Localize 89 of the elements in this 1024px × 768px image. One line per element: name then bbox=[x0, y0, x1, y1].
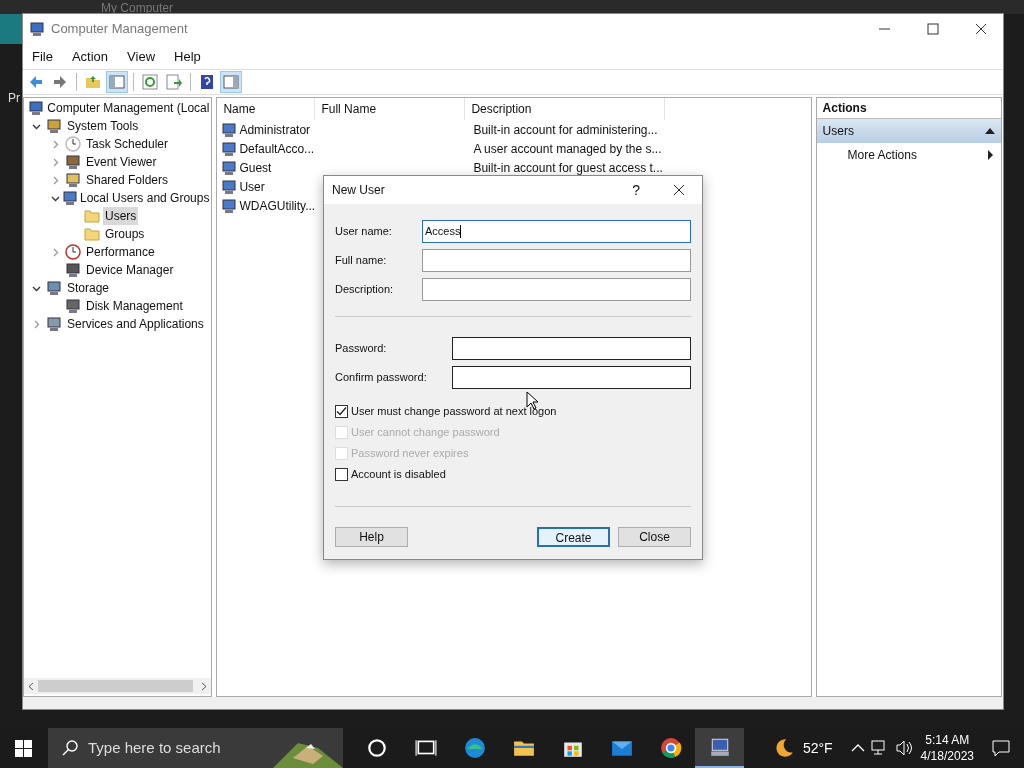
section-header[interactable]: Users bbox=[816, 119, 1001, 143]
gauge-icon bbox=[65, 244, 81, 260]
windows-logo-icon[interactable] bbox=[15, 739, 32, 757]
window-title: Computer Management bbox=[51, 20, 188, 39]
checkbox-label[interactable]: Account is disabled bbox=[351, 465, 446, 483]
table-cell[interactable]: Guest bbox=[239, 158, 272, 177]
task-view-icon bbox=[414, 737, 437, 759]
text-field[interactable] bbox=[422, 278, 691, 301]
caret-up-icon[interactable] bbox=[850, 743, 865, 753]
chrome-icon bbox=[659, 737, 682, 759]
clock-icon bbox=[65, 136, 81, 152]
side-panel bbox=[0, 14, 22, 44]
tree-item[interactable]: Services and Applications bbox=[65, 315, 206, 333]
computer-icon bbox=[29, 21, 45, 37]
column-header[interactable]: Name bbox=[217, 98, 316, 120]
field-label: User name: bbox=[335, 224, 393, 240]
scroll-right-icon[interactable] bbox=[201, 681, 208, 691]
search-icon bbox=[62, 740, 78, 756]
computer-icon bbox=[708, 736, 731, 758]
weather-text[interactable]: 52°F bbox=[802, 737, 833, 759]
tree-item[interactable]: Event Viewer bbox=[84, 153, 159, 171]
forward-arrow-icon bbox=[52, 74, 68, 90]
menu-item[interactable]: Help bbox=[174, 46, 201, 67]
close-icon[interactable] bbox=[673, 184, 685, 196]
scroll-left-icon[interactable] bbox=[28, 681, 34, 691]
browser-wave-icon bbox=[463, 737, 486, 759]
menu-item[interactable]: Action bbox=[71, 46, 109, 67]
speaker-icon[interactable] bbox=[894, 740, 913, 756]
collapse-icon[interactable] bbox=[985, 127, 995, 135]
checkbox-label[interactable]: User must change password at next logon bbox=[351, 402, 557, 420]
tree-item[interactable]: Computer Management (Local bbox=[45, 99, 212, 117]
search-box[interactable]: Type here to search bbox=[48, 728, 343, 768]
maximize-icon[interactable] bbox=[927, 23, 939, 35]
dialog-button[interactable]: Close bbox=[618, 527, 691, 547]
table-cell-text: Built-in account for administering... bbox=[472, 121, 658, 139]
folder-icon bbox=[84, 227, 100, 241]
scrollbar[interactable] bbox=[24, 678, 212, 694]
action-pane-icon bbox=[223, 74, 239, 90]
table-cell-text: A user account managed by the s... bbox=[472, 140, 662, 158]
clock-time[interactable]: 5:14 AM bbox=[925, 732, 970, 748]
column-header[interactable]: Full Name bbox=[315, 98, 466, 120]
field-label: Password: bbox=[335, 341, 388, 357]
dialog-title: New User bbox=[332, 182, 386, 199]
dialog-button[interactable]: Help bbox=[335, 527, 408, 547]
menu-item[interactable]: File bbox=[32, 46, 53, 67]
checkbox[interactable] bbox=[335, 467, 348, 481]
help-icon bbox=[199, 74, 215, 90]
text-field[interactable]: Access bbox=[422, 220, 691, 243]
checkbox[interactable] bbox=[335, 404, 348, 418]
clock-date[interactable]: 4/18/2023 bbox=[920, 748, 974, 764]
toolbar-button[interactable] bbox=[163, 71, 185, 93]
menu-item[interactable]: View bbox=[127, 46, 156, 67]
computer-icon bbox=[28, 100, 44, 116]
dialog-button[interactable]: Create bbox=[537, 527, 610, 547]
text-field[interactable] bbox=[452, 366, 691, 389]
tree-item[interactable]: Task Scheduler bbox=[84, 135, 171, 153]
text-field[interactable] bbox=[422, 249, 691, 272]
tree-item[interactable]: Local Users and Groups bbox=[78, 189, 212, 207]
table-cell-text: Built-in account for guest access t... bbox=[472, 159, 663, 177]
action-link[interactable]: More Actions bbox=[847, 146, 988, 164]
tree-item[interactable]: Performance bbox=[84, 243, 157, 261]
field-label: Description: bbox=[335, 282, 395, 298]
export-list-icon bbox=[166, 74, 182, 90]
notification-icon[interactable] bbox=[992, 739, 1010, 757]
field-label: Confirm password: bbox=[335, 370, 428, 386]
text-field[interactable] bbox=[452, 337, 691, 360]
table-cell[interactable]: DefaultAcco... bbox=[239, 139, 315, 158]
background-text: Pr bbox=[8, 90, 20, 107]
folder-icon bbox=[84, 209, 100, 223]
tree-item[interactable]: Disk Management bbox=[84, 297, 185, 315]
circle-icon bbox=[365, 737, 388, 759]
column-header[interactable]: Description bbox=[465, 98, 666, 120]
help-button[interactable]: ? bbox=[632, 179, 640, 201]
tree-item[interactable]: Groups bbox=[103, 225, 147, 243]
table-cell[interactable]: User bbox=[239, 177, 265, 196]
refresh-icon bbox=[142, 74, 158, 90]
tree-item[interactable]: System Tools bbox=[65, 117, 141, 135]
tree-item[interactable]: Device Manager bbox=[84, 261, 176, 279]
tree-item[interactable]: Users bbox=[103, 207, 139, 225]
console-tree-icon bbox=[109, 74, 125, 90]
close-icon[interactable] bbox=[975, 23, 987, 35]
table-cell[interactable]: Administrator bbox=[239, 120, 311, 139]
table-cell[interactable]: WDAGUtility... bbox=[239, 196, 316, 215]
tree-item[interactable]: Shared Folders bbox=[84, 171, 171, 189]
tree-item[interactable]: Storage bbox=[65, 279, 112, 297]
field-label: Full name: bbox=[335, 253, 388, 269]
back-arrow-icon bbox=[28, 74, 44, 90]
folder-up-icon bbox=[85, 74, 101, 90]
toolbar-button[interactable] bbox=[139, 71, 161, 93]
